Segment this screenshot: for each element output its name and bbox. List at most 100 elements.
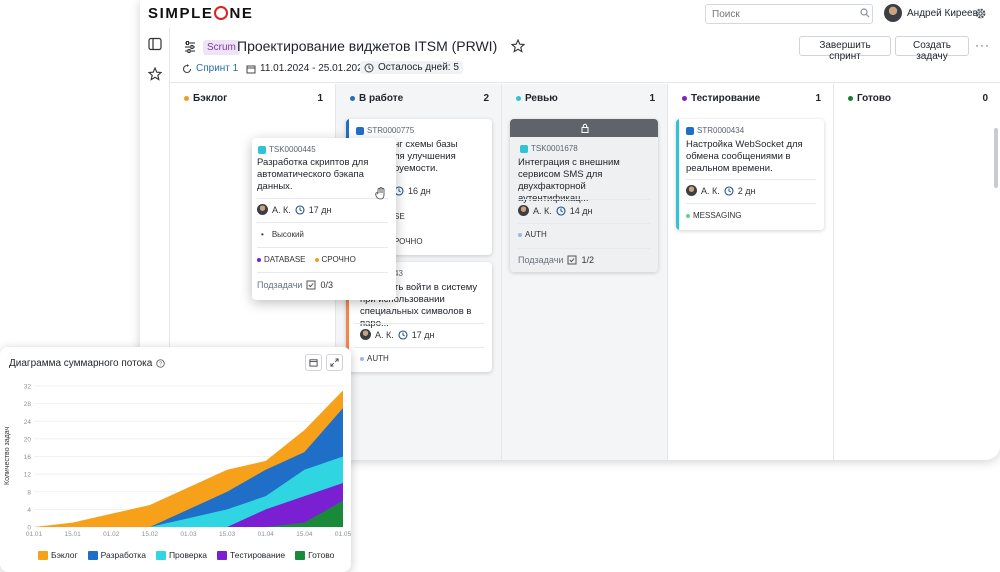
y-tick-label: 16 <box>24 454 32 461</box>
calendar-icon <box>246 65 256 73</box>
legend-swatch <box>295 550 306 560</box>
favorite-star-icon[interactable] <box>511 39 525 53</box>
x-tick-label: 15.01 <box>64 531 81 538</box>
search-icon[interactable] <box>860 8 870 18</box>
legend-item[interactable]: Бэклог <box>38 550 78 560</box>
column-count: 2 <box>483 93 489 104</box>
column-title: В работе <box>350 93 403 104</box>
checkbox-icon <box>567 255 577 265</box>
x-tick-label: 01.04 <box>258 531 275 538</box>
task-time: 16 дн <box>394 186 484 196</box>
logo[interactable]: SIMPLE NE <box>148 5 254 22</box>
column-title: Готово <box>848 93 891 104</box>
sprint-dates-text: 11.01.2024 - 25.01.2024 <box>260 63 369 74</box>
task-priority: • Высокий <box>261 230 304 239</box>
days-left-badge: Осталось дней: 5 <box>360 61 463 74</box>
sprint-link[interactable]: Спринт 1 <box>182 63 238 74</box>
x-tick-label: 01.02 <box>103 531 120 538</box>
checkbox-icon <box>306 280 316 290</box>
legend-swatch <box>155 550 166 560</box>
y-tick-label: 4 <box>27 507 31 514</box>
task-id: STR0000775 <box>356 126 414 135</box>
legend-item[interactable]: Готово <box>295 550 334 560</box>
locked-bar <box>510 119 658 137</box>
sprint-name[interactable]: Спринт 1 <box>196 63 238 74</box>
task-title: Настройка WebSocket для обмена сообщения… <box>686 139 803 174</box>
y-tick-label: 32 <box>24 384 32 391</box>
clock-icon <box>295 204 305 215</box>
legend-item[interactable]: Разработка <box>87 550 146 560</box>
page-title: Проектирование виджетов ITSM (PRWI) <box>237 38 498 54</box>
task-tags: РОЧНО <box>394 237 423 246</box>
task-id: STR0000434 <box>686 126 744 135</box>
task-tags: AUTH <box>518 230 650 239</box>
y-tick-label: 12 <box>24 472 32 479</box>
sprint-dates: 11.01.2024 - 25.01.2024 <box>246 63 368 74</box>
task-card[interactable]: STR0000434 Настройка WebSocket для обмен… <box>676 119 824 230</box>
user-name[interactable]: Андрей Киреев <box>907 8 978 19</box>
task-assignee: А. К. 2 дн <box>686 185 816 196</box>
task-title: нг схемы базы ля улучшения руемости. <box>394 139 458 174</box>
x-tick-label: 01.03 <box>180 531 197 538</box>
task-tags: SE <box>394 212 405 221</box>
column-count: 1 <box>649 93 655 104</box>
subtasks[interactable]: Подзадачи 1/2 <box>518 255 650 265</box>
lock-icon <box>581 123 589 133</box>
legend-swatch <box>87 550 98 560</box>
legend-label: Тестирование <box>230 550 286 560</box>
column-review: Ревью 1 TSK0001678 Интеграция с внешним … <box>502 84 668 460</box>
y-tick-label: 20 <box>24 436 32 443</box>
filter-icon[interactable] <box>183 40 197 54</box>
column-count: 0 <box>982 93 988 104</box>
legend-item[interactable]: Тестирование <box>217 550 285 560</box>
y-tick-label: 24 <box>24 419 32 426</box>
more-menu-icon[interactable]: ··· <box>975 38 990 52</box>
gear-icon[interactable] <box>974 7 987 20</box>
clock-icon <box>364 63 374 72</box>
column-testing: Тестирование 1 STR0000434 Настройка WebS… <box>668 84 834 460</box>
clock-icon <box>724 185 734 196</box>
legend-label: Разработка <box>100 550 146 560</box>
sidebar-panel-icon[interactable] <box>148 37 162 51</box>
column-count: 1 <box>317 93 323 104</box>
sprint-icon <box>182 63 192 73</box>
create-task-button[interactable]: Создать задачу <box>895 36 969 62</box>
finish-sprint-button[interactable]: Завершить спринт <box>799 36 891 62</box>
clock-icon <box>556 205 566 216</box>
column-title: Тестирование <box>682 93 760 104</box>
legend-swatch <box>38 550 48 560</box>
clock-icon <box>398 329 408 340</box>
task-title: Интеграция с внешним сервисом SMS для дв… <box>518 157 620 204</box>
task-card[interactable]: TSK0001678 Интеграция с внешним сервисом… <box>510 119 658 272</box>
task-tags: MESSAGING <box>686 211 816 220</box>
task-assignee: А. К. 17 дн <box>257 204 388 215</box>
top-bar: SIMPLENE Андрей Киреев <box>140 0 1000 28</box>
search-input[interactable] <box>705 4 873 24</box>
avatar <box>360 329 371 340</box>
task-tags: AUTH <box>360 354 484 363</box>
subtasks[interactable]: Подзадачи 0/3 <box>257 280 388 290</box>
x-tick-label: 01.05 <box>335 531 351 538</box>
legend-label: Бэклог <box>51 550 78 560</box>
avatar[interactable] <box>884 4 902 22</box>
legend-swatch <box>217 550 228 560</box>
cumulative-flow-panel: Диаграмма суммарного потока ? Количество… <box>0 347 351 572</box>
star-icon[interactable] <box>148 67 162 81</box>
x-tick-label: 15.02 <box>142 531 159 538</box>
column-title: Ревью <box>516 93 558 104</box>
days-left-text: Осталось дней: 5 <box>378 62 459 73</box>
task-title: Разработка скриптов для автоматического … <box>257 157 369 192</box>
task-id: TSK0000445 <box>258 145 316 154</box>
scrollbar[interactable] <box>994 128 998 188</box>
task-assignee: А. К. 14 дн <box>518 205 650 216</box>
task-id: TSK0001678 <box>520 144 578 153</box>
scrum-badge: Scrum <box>203 40 240 55</box>
column-done: Готово 0 <box>834 84 1000 460</box>
flow-chart: 04812162024283201.01 15.01 01.02 15.02 01.03… <box>24 384 351 539</box>
dragged-task-card[interactable]: TSK0000445 Разработка скриптов для автом… <box>252 138 396 300</box>
column-count: 1 <box>815 93 821 104</box>
x-tick-label: 01.01 <box>26 531 43 538</box>
legend-item[interactable]: Проверка <box>155 550 207 560</box>
chart-legend: Бэклог Разработка Проверка Тестирование Гото… <box>38 550 334 560</box>
y-tick-label: 8 <box>27 489 31 496</box>
